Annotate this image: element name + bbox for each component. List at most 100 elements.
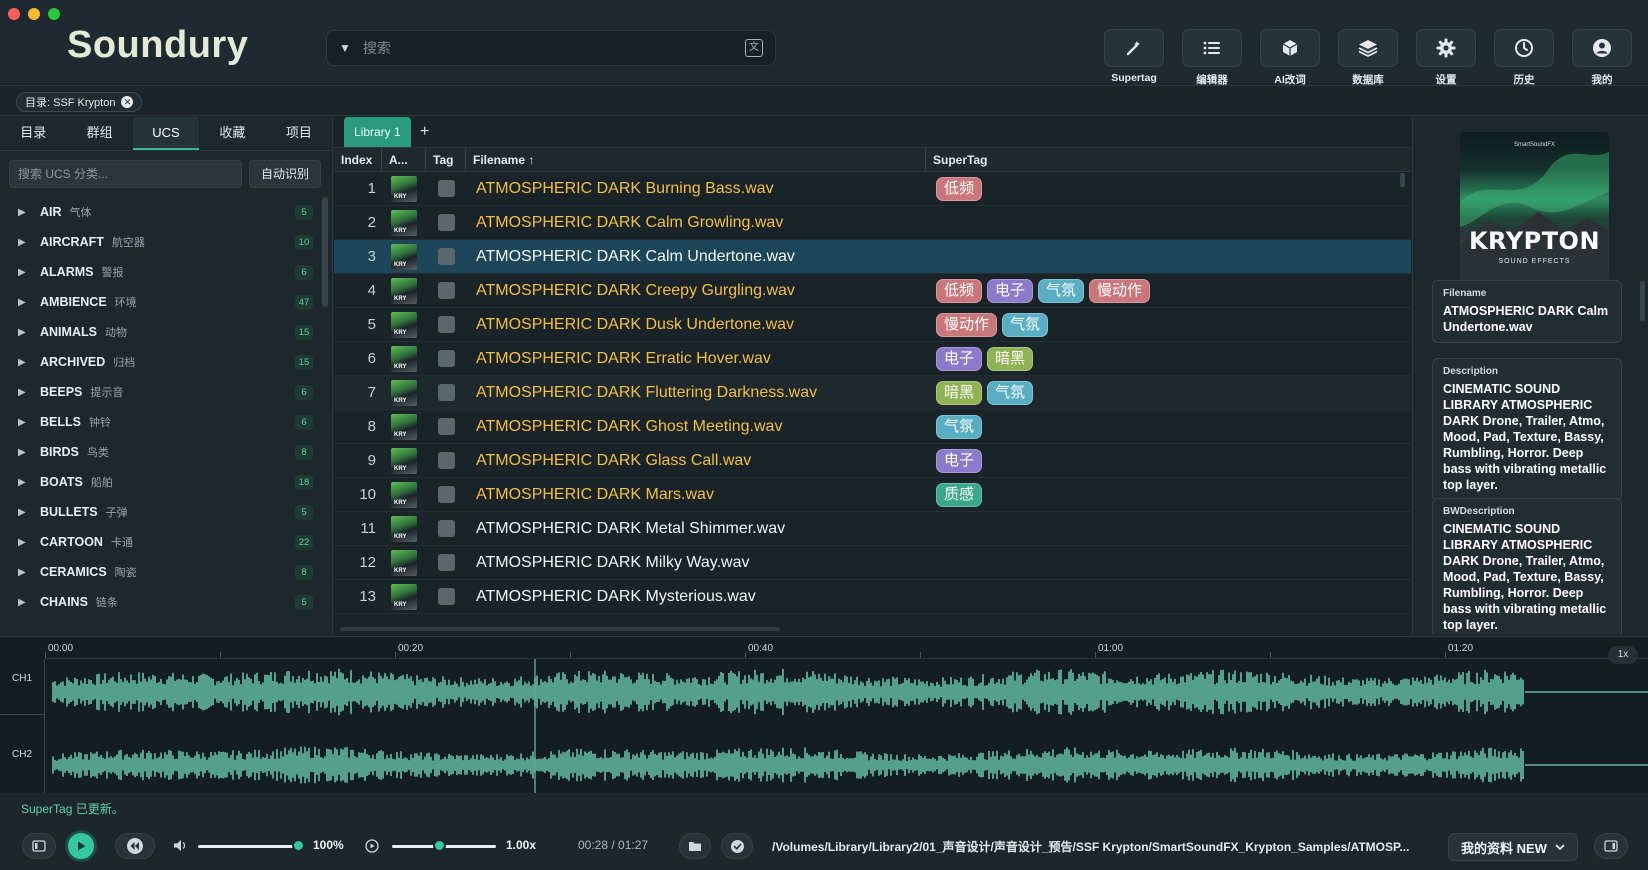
table-row[interactable]: 12 ATMOSPHERIC DARK Milky Way.wav (334, 546, 1411, 580)
table-row[interactable]: 4 ATMOSPHERIC DARK Creepy Gurgling.wav 低频电… (334, 274, 1411, 308)
sidebar-toggle-button[interactable] (22, 833, 56, 859)
volume-icon[interactable] (173, 839, 187, 852)
waveform-view[interactable]: 00:00 00:20 00:40 01:00 01:20 1x CH1 CH2 (0, 636, 1648, 793)
tag-checkbox[interactable] (437, 180, 455, 197)
volume-slider[interactable] (198, 845, 298, 848)
supertag-badge[interactable]: 电子 (936, 346, 983, 371)
volume-slider-handle[interactable] (292, 839, 305, 852)
tab-library-1[interactable]: Library 1 (344, 117, 411, 147)
verify-button[interactable] (721, 833, 753, 859)
table-row[interactable]: 13 ATMOSPHERIC DARK Mysterious.wav (334, 580, 1411, 614)
tag-checkbox[interactable] (437, 520, 455, 537)
table-scrollbar[interactable] (1400, 173, 1405, 187)
ucs-category-item[interactable]: ▶ BULLETS 子弹 5 (0, 497, 332, 527)
expand-triangle-icon[interactable]: ▶ (18, 357, 40, 368)
toolbar-database[interactable]: 数据库 (1336, 29, 1400, 87)
ucs-category-item[interactable]: ▶ ANIMALS 动物 15 (0, 317, 332, 347)
table-row[interactable]: 10 ATMOSPHERIC DARK Mars.wav 质感 (334, 478, 1411, 512)
toolbar-ai-rewrite[interactable]: AI改词 (1258, 29, 1322, 87)
profile-dropdown[interactable]: 我的资料 NEW (1448, 833, 1578, 861)
play-button[interactable] (65, 830, 97, 862)
table-row[interactable]: 5 ATMOSPHERIC DARK Dusk Undertone.wav 慢动作气… (334, 308, 1411, 342)
ucs-category-item[interactable]: ▶ ARCHIVED 归档 15 (0, 347, 332, 377)
expand-triangle-icon[interactable]: ▶ (18, 537, 40, 548)
tag-checkbox[interactable] (437, 384, 455, 401)
expand-triangle-icon[interactable]: ▶ (18, 297, 40, 308)
table-row[interactable]: 9 ATMOSPHERIC DARK Glass Call.wav 电子 (334, 444, 1411, 478)
supertag-badge[interactable]: 电子 (987, 278, 1034, 303)
supertag-badge[interactable]: 低频 (936, 176, 983, 201)
zoom-window-button[interactable] (48, 8, 60, 20)
table-row[interactable]: 8 ATMOSPHERIC DARK Ghost Meeting.wav 气氛 (334, 410, 1411, 444)
ucs-category-item[interactable]: ▶ AMBIENCE 环境 47 (0, 287, 332, 317)
expand-triangle-icon[interactable]: ▶ (18, 327, 40, 338)
ucs-category-item[interactable]: ▶ AIRCRAFT 航空器 10 (0, 227, 332, 257)
tab-favorites[interactable]: 收藏 (199, 117, 265, 150)
tag-checkbox[interactable] (437, 554, 455, 571)
tag-checkbox[interactable] (437, 214, 455, 231)
speed-icon[interactable] (365, 839, 379, 853)
search-bar[interactable]: ▼ 文 (326, 30, 776, 66)
ucs-category-item[interactable]: ▶ CHAINS 链条 5 (0, 587, 332, 617)
toolbar-settings[interactable]: 设置 (1414, 29, 1478, 87)
supertag-badge[interactable]: 低频 (936, 278, 983, 303)
details-scrollbar[interactable] (1640, 281, 1645, 321)
ucs-category-item[interactable]: ▶ AIR 气体 5 (0, 197, 332, 227)
tab-projects[interactable]: 项目 (266, 117, 332, 150)
expand-triangle-icon[interactable]: ▶ (18, 237, 40, 248)
translate-icon[interactable]: 文 (745, 39, 763, 57)
table-row[interactable]: 6 ATMOSPHERIC DARK Erratic Hover.wav 电子暗黑 (334, 342, 1411, 376)
column-header-index[interactable]: Index (334, 148, 382, 171)
search-input[interactable] (362, 40, 745, 56)
tab-groups[interactable]: 群组 (66, 117, 132, 150)
toolbar-history[interactable]: 历史 (1492, 29, 1556, 87)
expand-triangle-icon[interactable]: ▶ (18, 477, 40, 488)
expand-triangle-icon[interactable]: ▶ (18, 567, 40, 578)
expand-triangle-icon[interactable]: ▶ (18, 507, 40, 518)
tag-checkbox[interactable] (437, 350, 455, 367)
ucs-category-item[interactable]: ▶ ALARMS 警报 6 (0, 257, 332, 287)
tag-checkbox[interactable] (437, 248, 455, 265)
close-window-button[interactable] (8, 8, 20, 20)
supertag-badge[interactable]: 质感 (936, 482, 983, 507)
column-header-tag[interactable]: Tag (426, 148, 466, 171)
add-library-button[interactable]: + (411, 117, 439, 147)
ucs-filter-input[interactable]: 搜索 UCS 分类... (9, 160, 242, 188)
expand-triangle-icon[interactable]: ▶ (18, 267, 40, 278)
rewind-button[interactable] (115, 833, 155, 859)
ucs-category-item[interactable]: ▶ BEEPS 提示音 6 (0, 377, 332, 407)
supertag-badge[interactable]: 慢动作 (1089, 278, 1151, 303)
supertag-badge[interactable]: 暗黑 (936, 380, 983, 405)
auto-detect-button[interactable]: 自动识别 (249, 160, 321, 188)
supertag-badge[interactable]: 慢动作 (936, 312, 998, 337)
column-header-artwork[interactable]: A... (382, 148, 426, 171)
expand-triangle-icon[interactable]: ▶ (18, 387, 40, 398)
column-header-supertag[interactable]: SuperTag (926, 148, 1411, 171)
directory-chip[interactable]: 目录: SSF Krypton ✕ (16, 92, 143, 112)
toolbar-supertag[interactable]: Supertag (1102, 29, 1166, 87)
speed-slider-handle[interactable] (432, 839, 446, 852)
tag-checkbox[interactable] (437, 316, 455, 333)
ucs-category-item[interactable]: ▶ BIRDS 鸟类 8 (0, 437, 332, 467)
tag-checkbox[interactable] (437, 418, 455, 435)
tab-ucs[interactable]: UCS (132, 117, 200, 150)
table-row[interactable]: 11 ATMOSPHERIC DARK Metal Shimmer.wav (334, 512, 1411, 546)
tag-checkbox[interactable] (437, 452, 455, 469)
tag-checkbox[interactable] (437, 486, 455, 503)
tab-directory[interactable]: 目录 (0, 117, 66, 150)
supertag-badge[interactable]: 气氛 (1002, 312, 1049, 337)
ucs-category-item[interactable]: ▶ CERAMICS 陶瓷 8 (0, 557, 332, 587)
close-icon[interactable]: ✕ (121, 96, 134, 108)
table-row[interactable]: 2 ATMOSPHERIC DARK Calm Growling.wav (334, 206, 1411, 240)
supertag-badge[interactable]: 暗黑 (987, 346, 1034, 371)
search-mode-dropdown[interactable]: ▼ (339, 41, 351, 55)
minimize-window-button[interactable] (28, 8, 40, 20)
column-header-filename[interactable]: Filename ↑ (466, 148, 926, 171)
supertag-badge[interactable]: 气氛 (1038, 278, 1085, 303)
tag-checkbox[interactable] (437, 282, 455, 299)
waveform-canvas[interactable] (45, 659, 1648, 793)
expand-triangle-icon[interactable]: ▶ (18, 447, 40, 458)
table-row[interactable]: 7 ATMOSPHERIC DARK Fluttering Darkness.wa… (334, 376, 1411, 410)
toolbar-editor[interactable]: 编辑器 (1180, 29, 1244, 87)
tag-checkbox[interactable] (437, 588, 455, 605)
